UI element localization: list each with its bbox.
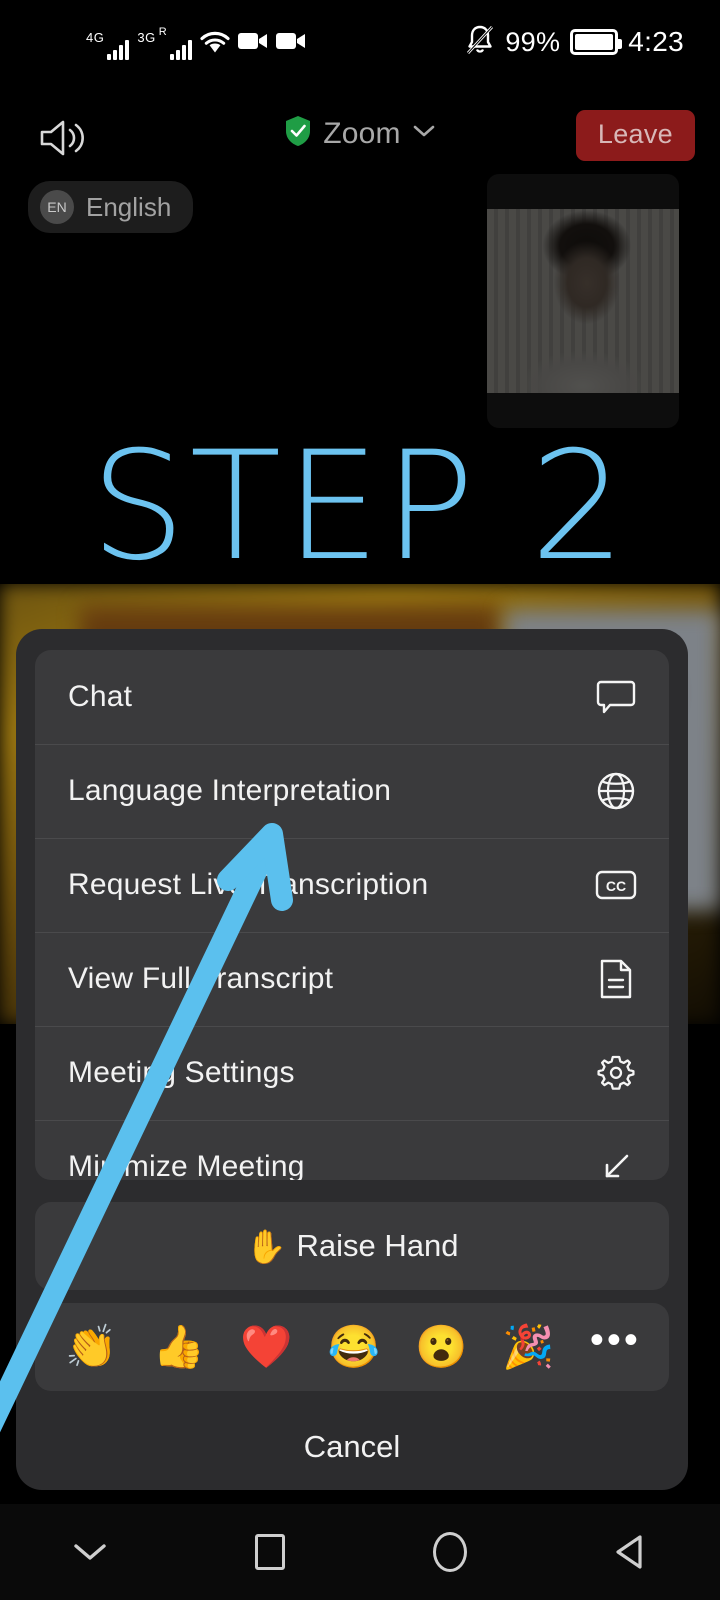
recents-square-icon[interactable] <box>180 1534 360 1570</box>
hide-keyboard-icon[interactable] <box>0 1538 180 1566</box>
status-bar-left: 4G 3G R <box>86 24 306 60</box>
home-circle-icon[interactable] <box>360 1532 540 1572</box>
party-popper-reaction[interactable]: 🎉 <box>502 1326 554 1368</box>
raise-hand-button[interactable]: ✋ Raise Hand <box>35 1202 669 1290</box>
self-video-thumbnail[interactable] <box>487 174 679 428</box>
action-sheet-menu-list: Chat Language Interpretation Request Liv… <box>35 650 669 1180</box>
chat-bubble-icon <box>594 675 638 719</box>
joy-reaction[interactable]: 😂 <box>327 1326 379 1368</box>
minimize-arrow-icon <box>594 1145 638 1180</box>
step-title-overlay: STEP 2 <box>90 420 630 594</box>
status-bar-clock: 4:23 <box>628 26 684 57</box>
cancel-button[interactable]: Cancel <box>16 1404 688 1490</box>
language-avatar: EN <box>40 190 74 224</box>
heart-reaction[interactable]: ❤️ <box>240 1326 292 1368</box>
phone-screen: 4G 3G R 99% 4:23 Zoom Leave EN English S… <box>0 0 720 1600</box>
status-bar: 4G 3G R 99% 4:23 <box>0 0 720 88</box>
menu-item-label: Language Interpretation <box>68 774 392 807</box>
video-camera-icon <box>276 31 306 56</box>
status-bar-right: 99% 4:23 <box>465 24 684 60</box>
wifi-icon <box>200 30 230 59</box>
meeting-title: Zoom <box>323 116 401 150</box>
menu-item-minimize-meeting[interactable]: Minimize Meeting <box>35 1120 669 1180</box>
cc-icon: CC <box>594 863 638 907</box>
leave-button[interactable]: Leave <box>575 110 695 161</box>
menu-item-label: Chat <box>68 680 133 713</box>
svg-text:CC: CC <box>606 878 626 894</box>
gear-icon <box>594 1051 638 1095</box>
menu-item-language-interpretation[interactable]: Language Interpretation <box>35 744 669 838</box>
bell-muted-icon <box>465 24 495 61</box>
clap-reaction[interactable]: 👏 <box>65 1326 117 1368</box>
meeting-top-bar: Zoom Leave <box>0 100 720 176</box>
green-shield-icon <box>283 114 313 153</box>
thumbs-up-reaction[interactable]: 👍 <box>152 1326 204 1368</box>
language-label: English <box>86 191 172 222</box>
surprised-reaction[interactable]: 😮 <box>415 1326 467 1368</box>
menu-item-request-live-transcription[interactable]: Request Live Transcription CC <box>35 838 669 932</box>
menu-item-label: View Full Transcript <box>68 962 334 995</box>
reactions-bar: 👏 👍 ❤️ 😂 😮 🎉 ••• <box>35 1303 669 1391</box>
menu-item-label: Meeting Settings <box>68 1056 295 1089</box>
more-options-action-sheet: Chat Language Interpretation Request Liv… <box>16 629 688 1490</box>
more-reactions-button[interactable]: ••• <box>590 1320 641 1360</box>
self-video-image <box>487 209 679 393</box>
menu-item-view-full-transcript[interactable]: View Full Transcript <box>35 932 669 1026</box>
roaming-indicator: R <box>158 26 168 38</box>
signal-bars-icon: 4G <box>86 30 130 60</box>
document-icon <box>594 957 638 1001</box>
signal-bars-icon-2: 3G R <box>137 26 193 60</box>
battery-percent: 99% <box>505 26 561 57</box>
menu-item-label: Request Live Transcription <box>68 868 429 901</box>
video-record-icon <box>238 31 268 56</box>
chevron-down-icon[interactable] <box>411 122 437 145</box>
network-type-2: 3G <box>137 30 156 45</box>
battery-icon <box>570 29 623 55</box>
network-type-1: 4G <box>86 30 105 45</box>
menu-item-chat[interactable]: Chat <box>35 650 669 744</box>
globe-icon <box>594 769 638 813</box>
cancel-label: Cancel <box>303 1429 401 1464</box>
language-channel-pill[interactable]: EN English <box>28 181 194 233</box>
menu-item-label: Minimize Meeting <box>68 1150 305 1180</box>
android-nav-bar <box>0 1504 720 1600</box>
raised-hand-icon: ✋ <box>245 1227 287 1265</box>
raise-hand-label: Raise Hand <box>296 1228 459 1263</box>
back-triangle-icon[interactable] <box>540 1532 720 1572</box>
menu-item-meeting-settings[interactable]: Meeting Settings <box>35 1026 669 1120</box>
